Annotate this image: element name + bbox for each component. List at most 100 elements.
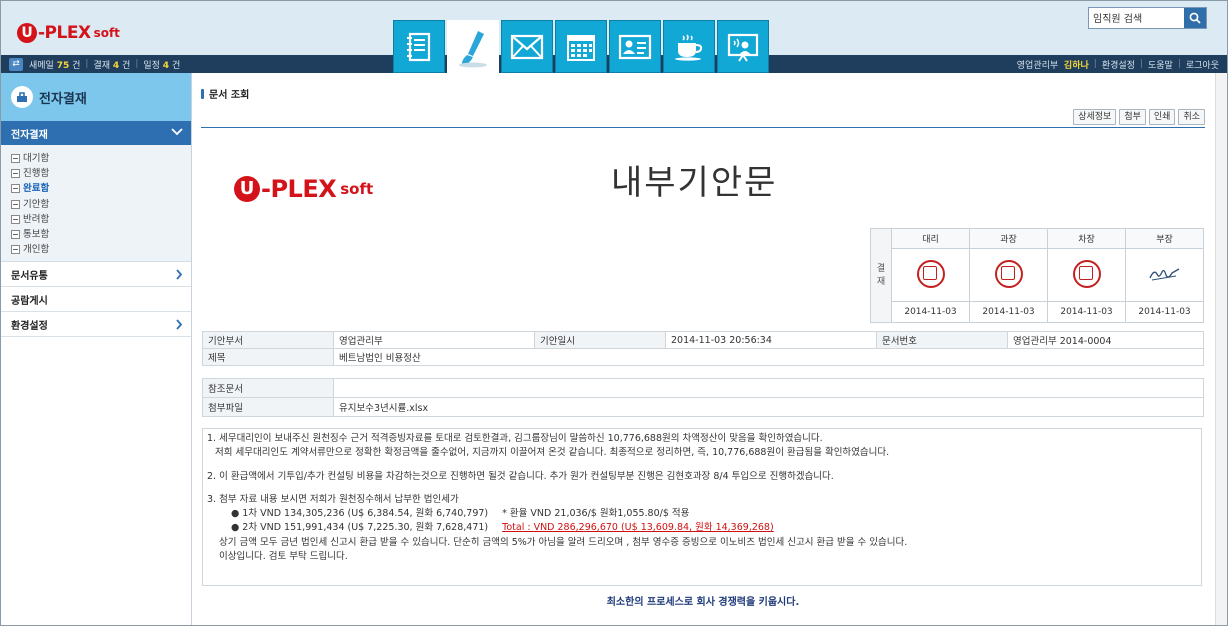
logout-link[interactable]: 로그아웃 [1186, 58, 1219, 71]
approver-position: 대리 [891, 228, 970, 249]
user-name[interactable]: 김하나 [1064, 58, 1089, 71]
main-content: 문서 조회 상세정보 첨부 인쇄 취소 U -PLEX soft 내부기안문 결… [201, 73, 1205, 625]
settings-link[interactable]: 환경설정 [1102, 58, 1135, 71]
help-link[interactable]: 도움말 [1148, 58, 1173, 71]
employee-search [1088, 7, 1207, 29]
divider [201, 127, 1205, 128]
print-button[interactable]: 인쇄 [1148, 109, 1176, 125]
body-paragraph: 이상입니다. 검토 부탁 드립니다. [219, 551, 348, 563]
tab-approval[interactable] [447, 20, 499, 76]
module-tabs [393, 20, 771, 76]
item-label: 대기함 [23, 153, 50, 164]
chevron-right-icon [176, 269, 183, 280]
mail-count-link[interactable]: 새메일 75 건 [29, 58, 80, 71]
tab-community[interactable] [663, 20, 715, 73]
detail-button[interactable]: 상세정보 [1073, 109, 1117, 125]
sidebar-item-drafted[interactable]: 기안함 [11, 197, 191, 212]
attach-button[interactable]: 첨부 [1119, 109, 1146, 125]
chevron-right-icon [176, 319, 183, 330]
doc-no-value: 영업관리부 2014-0004 [1007, 331, 1204, 349]
brand-logo[interactable]: U -PLEX soft [17, 21, 120, 45]
reference-table: 참조문서 첨부파일 유지보수3년시률.xlsx [202, 378, 1204, 417]
sidebar-section-approval[interactable]: 전자결재 [1, 121, 191, 145]
approver-position: 부장 [1125, 228, 1204, 249]
approval-count-link[interactable]: 결재 4 건 [93, 58, 130, 71]
subject-value: 베트남법인 비용정산 [333, 348, 1204, 366]
schedule-count-link[interactable]: 일정 4 건 [143, 58, 180, 71]
search-input[interactable] [1089, 8, 1181, 26]
search-button[interactable] [1184, 8, 1206, 28]
tab-contacts[interactable] [609, 20, 661, 73]
chevron-down-icon [171, 128, 183, 136]
folder-list: 대기함 진행함 완료함 기안함 반려함 통보함 개인함 [1, 145, 191, 263]
item-label: 기안함 [23, 198, 50, 210]
calendar-icon [567, 34, 595, 61]
app-window: U -PLEX soft ⇄ 새메일 75 건 | 결재 4 건 | 일정 4 … [0, 0, 1228, 626]
drafter-dept-label: 기안부서 [202, 331, 334, 349]
mail-label: 새메일 [29, 60, 54, 71]
slogan: 최소한의 프로세스로 회사 경쟁력을 키웁시다. [606, 597, 800, 608]
logo-mark: U [17, 23, 37, 43]
approval-date: 2014-11-03 [891, 301, 970, 323]
drafter-dept-value: 영업관리부 [333, 331, 535, 349]
tab-presentation[interactable] [717, 20, 769, 73]
cancel-button[interactable]: 취소 [1178, 109, 1205, 125]
presentation-icon [727, 33, 759, 62]
logo-soft: soft [93, 26, 120, 40]
attachment-link[interactable]: 유지보수3년시률.xlsx [333, 397, 1204, 417]
menu-label: 문서유통 [11, 270, 48, 282]
document-body: 1. 세무대리인이 보내주신 원천징수 근거 적격증빙자료를 토대로 검토한결과… [202, 428, 1202, 586]
subject-label: 제목 [202, 348, 334, 366]
sidebar-item-personal[interactable]: 개인함 [11, 242, 191, 257]
sidebar-item-completed[interactable]: 완료함 [11, 181, 191, 196]
schedule-label: 일정 [143, 60, 160, 71]
sidebar-menu-distribution[interactable]: 문서유통 [1, 262, 191, 288]
sidebar-item-notified[interactable]: 통보함 [11, 227, 191, 242]
seal-icon [994, 259, 1023, 288]
document-logo: U -PLEX soft [234, 175, 373, 203]
logo-text: -PLEX [38, 23, 91, 43]
sidebar-item-rejected[interactable]: 반려함 [11, 212, 191, 227]
schedule-count: 4 [162, 60, 170, 71]
divider: | [1093, 59, 1097, 69]
section-label: 전자결재 [11, 129, 48, 141]
reference-label: 참조문서 [202, 378, 334, 398]
body-paragraph: 3. 첨부 자료 내용 보시면 저희가 원천징수해서 납부한 법인세가 [207, 493, 459, 505]
divider: | [135, 59, 139, 69]
notebook-icon [407, 32, 431, 61]
approval-label: 결재 [93, 60, 111, 71]
sidebar-menu-settings[interactable]: 환경설정 [1, 312, 191, 338]
refresh-icon[interactable]: ⇄ [9, 57, 23, 71]
approval-date: 2014-11-03 [1047, 301, 1126, 323]
body-line: ● 2차 VND 151,991,434 (U$ 7,225.30, 원화 7,… [207, 521, 1201, 535]
tab-mail[interactable] [501, 20, 553, 73]
divider: | [85, 59, 89, 69]
sidebar-title: 전자결재 [39, 91, 87, 107]
tab-notebook[interactable] [393, 20, 445, 73]
collapse-icon [11, 184, 20, 194]
item-label: 반려함 [23, 213, 50, 225]
approval-stamp [891, 248, 970, 302]
logo-mark: U [234, 176, 260, 202]
approval-stamp [1125, 248, 1204, 302]
sidebar-menu-bulletin[interactable]: 공람게시 [1, 287, 191, 313]
approval-line: 결재 대리 과장 차장 부장 2014-11-03 2014-11-03 201… [870, 228, 1204, 323]
logo-soft: soft [340, 180, 374, 198]
mail-count: 75 [56, 60, 70, 71]
collapse-icon [11, 214, 20, 224]
mail-unit: 건 [72, 60, 81, 71]
sidebar-item-pending[interactable]: 대기함 [11, 151, 191, 166]
sidebar-header: 전자결재 [1, 73, 191, 121]
tab-calendar[interactable] [555, 20, 607, 73]
brush-icon [459, 31, 487, 68]
approval-stamp [1047, 248, 1126, 302]
body-paragraph: 저희 세무대리인도 계약서류만으로 정확한 확정금액을 줄수없어, 지금까지 이… [215, 447, 890, 459]
item-label: 완료함 [23, 183, 50, 195]
scrollbar[interactable] [1215, 73, 1227, 625]
approval-label-text: 결재 [876, 263, 886, 287]
collapse-icon [11, 199, 20, 209]
sidebar-item-in-progress[interactable]: 진행함 [11, 166, 191, 181]
menu-label: 공람게시 [11, 295, 48, 307]
body-paragraph: 상기 금액 모두 금년 법인세 신고시 환급 받을 수 있습니다. 단순히 금액… [219, 536, 908, 548]
seal-icon [916, 259, 945, 288]
